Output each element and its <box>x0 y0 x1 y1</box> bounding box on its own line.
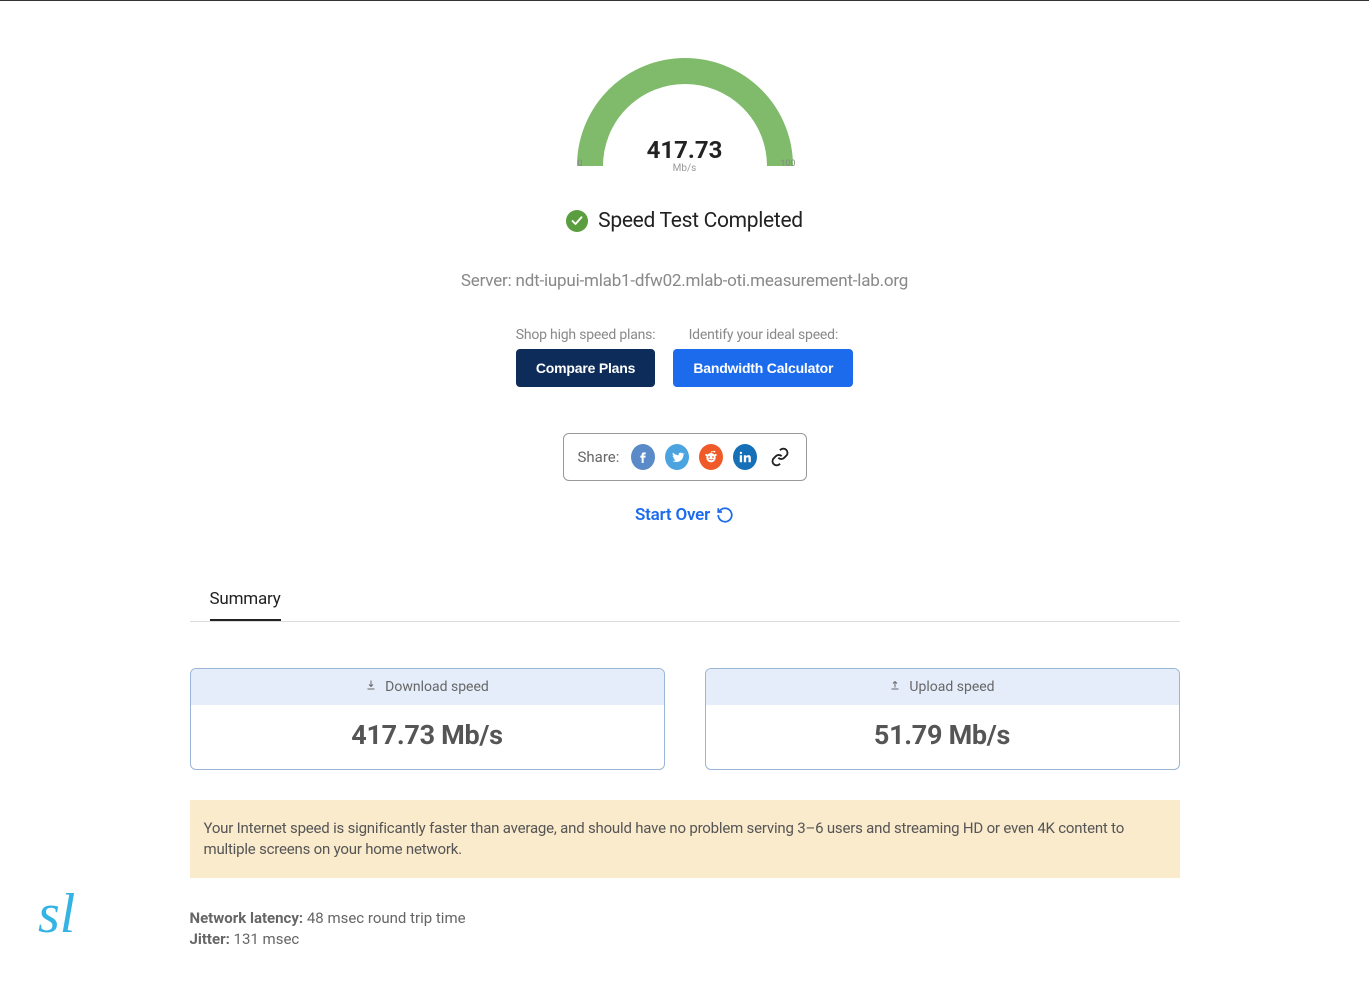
upload-value: 51.79 Mb/s <box>706 705 1179 769</box>
download-icon <box>365 679 377 695</box>
start-over-label: Start Over <box>635 505 710 525</box>
jitter-value: 131 msec <box>230 930 299 948</box>
download-speed-card: Download speed 417.73 Mb/s <box>190 668 665 770</box>
cta-row: Shop high speed plans: Compare Plans Ide… <box>20 327 1349 387</box>
upload-speed-card: Upload speed 51.79 Mb/s <box>705 668 1180 770</box>
shop-plans-label: Shop high speed plans: <box>516 327 656 343</box>
status-text: Speed Test Completed <box>598 209 803 233</box>
gauge-min: 0 <box>578 159 583 169</box>
gauge-unit: Mb/s <box>560 163 810 174</box>
jitter-label: Jitter: <box>190 930 230 948</box>
network-metrics: Network latency: 48 msec round trip time… <box>190 908 1180 950</box>
results-content: Summary Download speed 417.73 Mb/s Uploa… <box>190 581 1180 950</box>
start-over-row: Start Over <box>20 505 1349 525</box>
server-prefix: Server: <box>461 271 516 291</box>
copy-link-icon[interactable] <box>767 444 791 470</box>
reddit-icon[interactable] <box>699 444 723 470</box>
latency-label: Network latency: <box>190 909 304 927</box>
latency-value: 48 msec round trip time <box>303 909 465 927</box>
upload-icon <box>889 679 901 695</box>
gauge-value: 417.73 <box>560 136 810 164</box>
site-logo[interactable]: sl <box>38 886 75 942</box>
restart-icon <box>716 506 734 524</box>
download-header: Download speed <box>191 669 664 705</box>
server-name: ndt-iupui-mlab1-dfw02.mlab-oti.measureme… <box>516 271 909 291</box>
speed-test-results: 417.73 Mb/s 0 100 Speed Test Completed S… <box>0 1 1369 990</box>
cta-identify-column: Identify your ideal speed: Bandwidth Cal… <box>673 327 853 387</box>
upload-label: Upload speed <box>909 679 994 695</box>
latency-row: Network latency: 48 msec round trip time <box>190 908 1180 929</box>
start-over-link[interactable]: Start Over <box>635 505 734 525</box>
gauge-section: 417.73 Mb/s 0 100 Speed Test Completed <box>20 41 1349 233</box>
gauge-max: 100 <box>780 159 795 169</box>
tab-summary[interactable]: Summary <box>210 581 281 621</box>
jitter-row: Jitter: 131 msec <box>190 929 1180 950</box>
download-label: Download speed <box>385 679 489 695</box>
check-circle-icon <box>566 210 588 232</box>
twitter-icon[interactable] <box>665 444 689 470</box>
compare-plans-button[interactable]: Compare Plans <box>516 349 655 387</box>
share-label: Share: <box>578 448 620 466</box>
speed-gauge: 417.73 Mb/s 0 100 <box>560 41 810 181</box>
bandwidth-calculator-button[interactable]: Bandwidth Calculator <box>673 349 853 387</box>
cta-shop-column: Shop high speed plans: Compare Plans <box>516 327 656 387</box>
speed-assessment-message: Your Internet speed is significantly fas… <box>190 800 1180 878</box>
tabs: Summary <box>190 581 1180 622</box>
speed-cards: Download speed 417.73 Mb/s Upload speed … <box>190 668 1180 770</box>
linkedin-icon[interactable] <box>733 444 757 470</box>
server-info: Server: ndt-iupui-mlab1-dfw02.mlab-oti.m… <box>20 271 1349 291</box>
upload-header: Upload speed <box>706 669 1179 705</box>
share-box: Share: <box>563 433 807 481</box>
identify-speed-label: Identify your ideal speed: <box>673 327 853 343</box>
facebook-icon[interactable] <box>631 444 655 470</box>
status-row: Speed Test Completed <box>20 209 1349 233</box>
download-value: 417.73 Mb/s <box>191 705 664 769</box>
